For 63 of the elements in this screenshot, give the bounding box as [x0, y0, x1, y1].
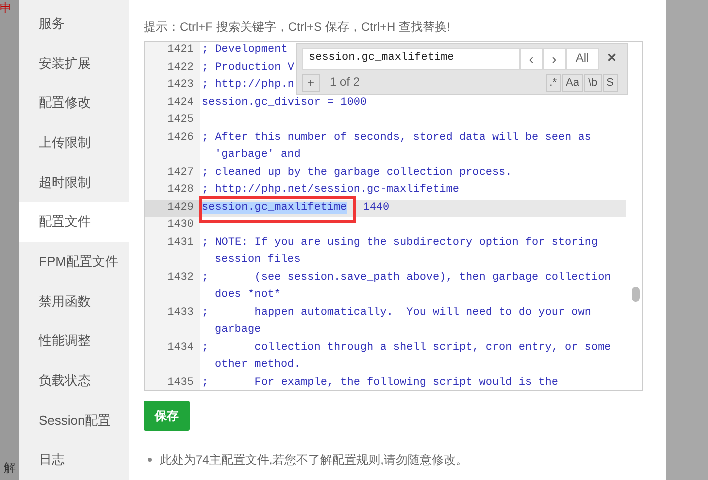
- search-match: session.gc_maxlifetime: [202, 202, 348, 214]
- code-text: does *not*: [215, 288, 282, 303]
- search-option-toggle[interactable]: S: [602, 74, 618, 92]
- code-text: other method.: [215, 358, 301, 373]
- hint-text: 提示：Ctrl+F 搜索关键字，Ctrl+S 保存，Ctrl+H 查找替换!: [144, 19, 452, 35]
- code-text: ; happen automatically. You will need to do your own: [202, 306, 592, 320]
- background-text: 解: [3, 462, 17, 474]
- scrollbar-thumb[interactable]: [632, 287, 640, 302]
- sidebar-item[interactable]: FPM配置文件: [19, 242, 129, 282]
- code-text: ; cleaned up by the garbage collection process.: [202, 166, 512, 180]
- line-number: 1431: [145, 234, 200, 270]
- line-number: 1433: [145, 304, 200, 340]
- code-text: ; http://php.net/session.gc-maxlifetime: [202, 183, 460, 198]
- sidebar-item[interactable]: 安装扩展: [19, 44, 129, 84]
- line-number: 1421: [145, 42, 200, 60]
- code-text: ; (see session.save_path above), then garbage collection: [202, 270, 612, 286]
- sidebar-item[interactable]: 性能调整: [19, 321, 129, 362]
- sidebar-item[interactable]: 配置修改: [19, 83, 129, 124]
- sidebar-item[interactable]: 上传限制: [19, 123, 129, 163]
- code-text: ; http://php.n: [202, 78, 294, 93]
- code-text: ; After this number of seconds, stored data will be seen as: [202, 130, 592, 146]
- code-text: 'garbage' and: [215, 148, 301, 163]
- code-text: garbage: [215, 323, 262, 338]
- search-option-toggle[interactable]: Aa: [562, 74, 584, 92]
- line-number: 1428: [145, 182, 200, 200]
- code-text: session files: [215, 253, 301, 268]
- line-number: 1430: [145, 217, 200, 234]
- line-number: 1434: [145, 340, 200, 374]
- code-text: ; Development: [202, 43, 288, 58]
- background-text: 申: [0, 2, 13, 14]
- line-number: 1432: [145, 270, 200, 304]
- sidebar-item[interactable]: 超时限制: [19, 162, 129, 202]
- close-button[interactable]: ✕: [607, 50, 617, 68]
- search-field[interactable]: session.gc_maxlifetime: [302, 48, 520, 70]
- line-number: 1426: [145, 130, 200, 164]
- line-number: 1424: [145, 94, 200, 112]
- add-button[interactable]: +: [302, 74, 320, 92]
- line-number: 1435: [145, 374, 200, 390]
- sidebar-item[interactable]: Session配置: [19, 400, 129, 440]
- note-text: 此处为74主配置文件,若您不了解配置规则,请勿随意修改。: [160, 452, 468, 469]
- next-button[interactable]: ›: [543, 48, 566, 70]
- code-text: ; For example, the following script would is the: [202, 376, 558, 390]
- line-number: 1423: [145, 77, 200, 94]
- sidebar-item[interactable]: 配置文件: [19, 202, 129, 242]
- bullet-icon: [148, 458, 152, 462]
- search-option-toggle[interactable]: \b: [584, 74, 602, 92]
- code-text: session.gc_divisor = 1000: [202, 96, 368, 110]
- line-number: 1422: [145, 60, 200, 77]
- sidebar-item[interactable]: 服务: [19, 4, 129, 44]
- sidebar-item[interactable]: 日志: [19, 440, 129, 480]
- line-number: 1427: [145, 164, 200, 182]
- previous-button[interactable]: ‹: [520, 48, 543, 70]
- search-option-toggle[interactable]: .*: [546, 74, 561, 92]
- code-text: ; collection through a shell script, cron entry, or some: [202, 340, 612, 356]
- sidebar-item[interactable]: 禁用函数: [19, 282, 129, 322]
- line-number: 1425: [145, 112, 200, 130]
- match-count: 1 of 2: [330, 74, 360, 92]
- code-text: ; Production V: [202, 60, 294, 76]
- all-button[interactable]: All: [566, 48, 599, 70]
- sidebar-item[interactable]: 负载状态: [19, 361, 129, 401]
- line-number: 1429: [145, 200, 200, 217]
- code-text: ; NOTE: If you are using the subdirectory option for storing: [202, 236, 598, 250]
- code-text: 1440: [363, 200, 390, 216]
